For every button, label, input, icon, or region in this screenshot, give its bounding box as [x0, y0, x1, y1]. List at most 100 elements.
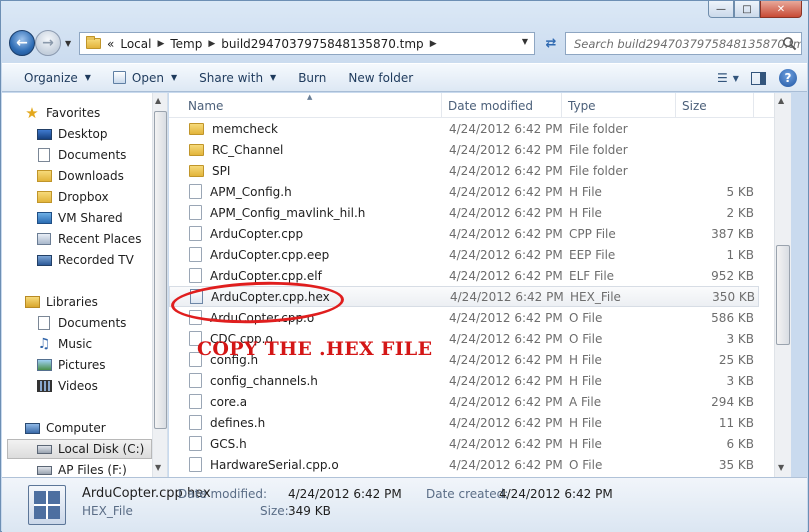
file-icon: [189, 268, 202, 283]
file-date: 4/24/2012 6:42 PM: [449, 268, 563, 283]
file-date: 4/24/2012 6:42 PM: [449, 352, 563, 367]
nav-label: Libraries: [46, 295, 98, 309]
nav-local-disk[interactable]: Local Disk (C:): [7, 439, 152, 459]
new-folder-button[interactable]: New folder: [348, 71, 413, 85]
column-type[interactable]: Type: [562, 93, 676, 118]
file-date: 4/24/2012 6:42 PM: [449, 247, 563, 262]
search-input[interactable]: Search build2947037975848135870.tmp: [565, 32, 802, 55]
details-filetype: HEX_File: [82, 504, 133, 518]
file-name: ArduCopter.cpp.elf: [210, 268, 322, 283]
nav-dropbox[interactable]: Dropbox: [36, 187, 167, 207]
file-type: H File: [569, 436, 602, 451]
file-date: 4/24/2012 6:42 PM: [449, 205, 563, 220]
column-name[interactable]: Name: [169, 93, 442, 118]
file-name: APM_Config_mavlink_hil.h: [210, 205, 366, 220]
organize-button[interactable]: Organize ▼: [24, 71, 91, 85]
file-name-cell: HardwareSerial.cpp.o: [169, 457, 442, 472]
scrollbar-thumb[interactable]: [154, 111, 167, 429]
nav-vm-shared[interactable]: VM Shared: [36, 208, 167, 228]
address-dropdown-icon[interactable]: ▼: [522, 37, 528, 46]
file-type: H File: [569, 415, 602, 430]
help-button[interactable]: ?: [777, 68, 799, 88]
column-date-modified[interactable]: Date modified: [442, 93, 562, 118]
nav-documents[interactable]: Documents: [36, 145, 167, 165]
nav-computer[interactable]: Computer: [24, 418, 167, 438]
share-with-label: Share with: [199, 70, 264, 85]
file-name: APM_Config.h: [210, 184, 292, 199]
file-size: 3 KB: [726, 331, 754, 346]
computer-icon: [24, 421, 40, 436]
nav-music[interactable]: ♫ Music: [36, 334, 167, 354]
forward-button[interactable]: →: [35, 30, 61, 56]
view-options-icon[interactable]: ☰ ▼: [717, 68, 739, 88]
nav-pictures[interactable]: Pictures: [36, 355, 167, 375]
nav-libraries[interactable]: Libraries: [24, 292, 167, 312]
breadcrumb-build-folder[interactable]: build2947037975848135870.tmp: [221, 37, 423, 51]
column-size[interactable]: Size: [676, 93, 754, 118]
nav-videos[interactable]: Videos: [36, 376, 167, 396]
file-row[interactable]: core.a 4/24/2012 6:42 PM A File 294 KB: [169, 391, 759, 412]
back-button[interactable]: ←: [9, 30, 35, 56]
breadcrumb-local[interactable]: Local: [120, 37, 151, 51]
scroll-down-icon[interactable]: ▼: [155, 463, 161, 472]
nav-recorded-tv[interactable]: Recorded TV: [36, 250, 167, 270]
address-bar[interactable]: « Local ▶ Temp ▶ build294703797584813587…: [79, 32, 535, 55]
file-row[interactable]: ArduCopter.cpp.eep 4/24/2012 6:42 PM EEP F…: [169, 244, 759, 265]
details-size-label: Size:: [260, 504, 289, 518]
file-name: config_channels.h: [210, 373, 318, 388]
file-icon: [189, 205, 202, 220]
file-row[interactable]: APM_Config_mavlink_hil.h 4/24/2012 6:42 P…: [169, 202, 759, 223]
share-with-button[interactable]: Share with ▼: [199, 71, 276, 85]
nav-downloads[interactable]: Downloads: [36, 166, 167, 186]
nav-favorites[interactable]: ★ Favorites: [24, 103, 167, 123]
scroll-up-icon[interactable]: ▲: [155, 96, 161, 105]
list-scrollbar[interactable]: ▲ ▼: [774, 93, 791, 477]
file-type: O File: [569, 310, 603, 325]
refresh-icon[interactable]: ⇄: [539, 32, 563, 55]
chevron-down-icon: ▼: [84, 73, 91, 82]
file-size: 3 KB: [726, 373, 754, 388]
file-type: CPP File: [569, 226, 616, 241]
breadcrumb-temp[interactable]: Temp: [170, 37, 202, 51]
file-row[interactable]: ArduCopter.cpp 4/24/2012 6:42 PM CPP File 3…: [169, 223, 759, 244]
scroll-down-icon[interactable]: ▼: [778, 463, 784, 472]
breadcrumb-overflow[interactable]: «: [107, 37, 114, 51]
nav-recent-places[interactable]: Recent Places: [36, 229, 167, 249]
close-button[interactable]: ✕: [760, 1, 802, 18]
scroll-up-icon[interactable]: ▲: [778, 96, 784, 105]
preview-pane-icon[interactable]: [747, 68, 769, 88]
nav-label: Music: [58, 337, 93, 351]
file-row[interactable]: GCS.h 4/24/2012 6:42 PM H File 6 KB: [169, 433, 759, 454]
breadcrumb-separator-icon[interactable]: ▶: [208, 39, 215, 49]
file-date: 4/24/2012 6:42 PM: [449, 142, 563, 157]
open-button[interactable]: Open ▼: [112, 71, 177, 85]
burn-button[interactable]: Burn: [298, 71, 326, 85]
nav-lib-documents[interactable]: Documents: [36, 313, 167, 333]
file-row[interactable]: SPI 4/24/2012 6:42 PM File folder: [169, 160, 759, 181]
breadcrumb-separator-icon[interactable]: ▶: [157, 39, 164, 49]
file-type: File folder: [569, 121, 628, 136]
nav-scrollbar[interactable]: ▲ ▼: [152, 93, 167, 477]
file-name: RC_Channel: [212, 142, 284, 157]
maximize-button[interactable]: □: [734, 1, 760, 18]
file-name-cell: SPI: [169, 164, 442, 178]
breadcrumb-separator-icon[interactable]: ▶: [430, 39, 437, 49]
drive-icon: [36, 463, 52, 478]
nav-label: Recent Places: [58, 232, 142, 246]
recent-pages-dropdown[interactable]: ▼: [65, 39, 71, 48]
file-row[interactable]: APM_Config.h 4/24/2012 6:42 PM H File 5 KB: [169, 181, 759, 202]
file-row[interactable]: memcheck 4/24/2012 6:42 PM File folder: [169, 118, 759, 139]
nav-desktop[interactable]: Desktop: [36, 124, 167, 144]
file-row[interactable]: HardwareSerial.cpp.o 4/24/2012 6:42 PM O F…: [169, 454, 759, 475]
file-size: 25 KB: [718, 352, 754, 367]
minimize-button[interactable]: —: [708, 1, 734, 18]
file-row[interactable]: RC_Channel 4/24/2012 6:42 PM File folder: [169, 139, 759, 160]
file-name: HardwareSerial.cpp.o: [210, 457, 339, 472]
file-row[interactable]: config_channels.h 4/24/2012 6:42 PM H File…: [169, 370, 759, 391]
nav-ap-files[interactable]: AP Files (F:): [36, 460, 167, 478]
scrollbar-thumb[interactable]: [776, 245, 790, 345]
file-row[interactable]: defines.h 4/24/2012 6:42 PM H File 11 KB: [169, 412, 759, 433]
file-icon: [189, 247, 202, 262]
search-icon[interactable]: [782, 36, 797, 51]
file-size: 6 KB: [726, 436, 754, 451]
